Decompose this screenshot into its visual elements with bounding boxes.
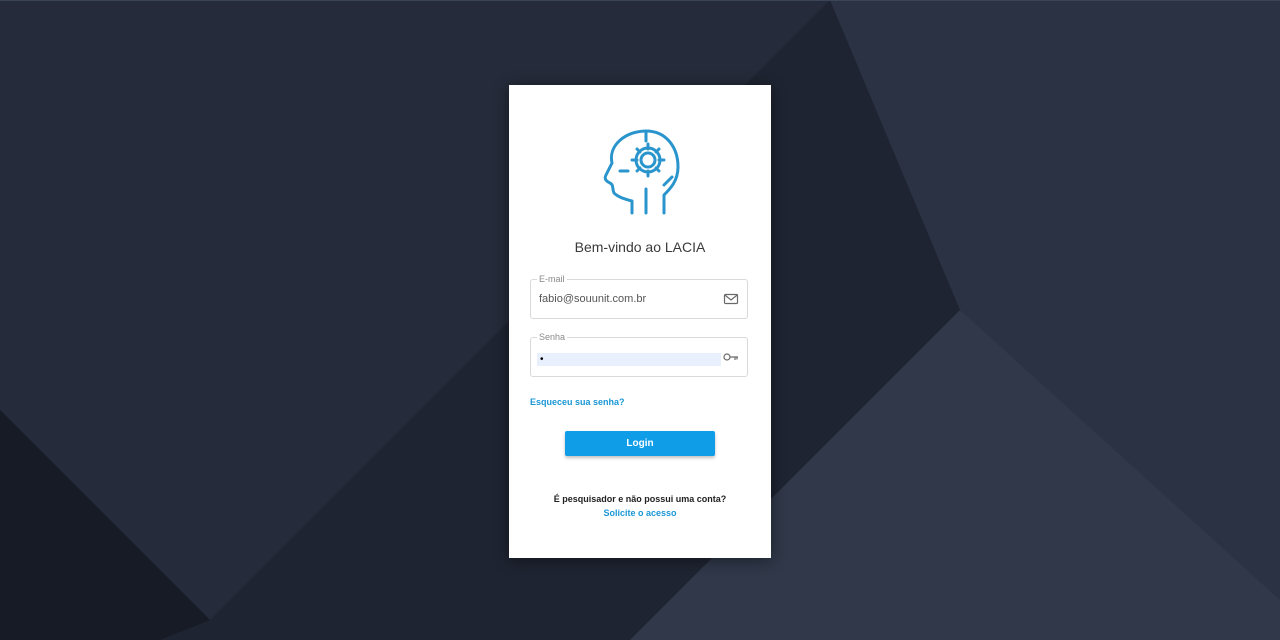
envelope-icon [723, 293, 739, 305]
key-icon[interactable] [723, 350, 739, 364]
password-label: Senha [537, 331, 568, 343]
request-access-link[interactable]: Solicite o acesso [509, 508, 771, 518]
password-masked-value: • [540, 354, 544, 365]
researcher-prompt: É pesquisador e não possui uma conta? [553, 494, 727, 504]
brain-gear-head-icon [603, 129, 680, 215]
forgot-password-link[interactable]: Esqueceu sua senha? [530, 397, 625, 407]
login-button[interactable]: Login [565, 431, 715, 456]
password-field[interactable]: Senha • [530, 331, 748, 377]
email-field[interactable]: E-mail fabio@souunit.com.br [530, 273, 748, 319]
password-input[interactable]: • [537, 353, 721, 366]
welcome-title: Bem-vindo ao LACIA [574, 239, 706, 255]
email-value[interactable]: fabio@souunit.com.br [539, 280, 646, 318]
login-card: Bem-vindo ao LACIA E-mail fabio@souunit.… [509, 85, 771, 558]
